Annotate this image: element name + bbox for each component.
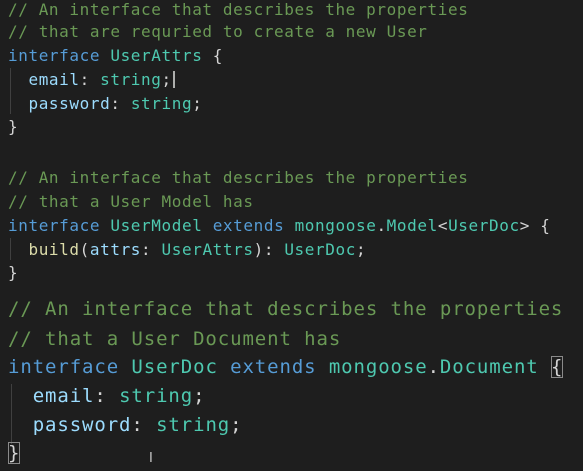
property-name: password <box>32 414 132 436</box>
code-line-close: } <box>8 442 21 464</box>
interface-name: UserDoc <box>131 356 218 378</box>
semicolon: ; <box>193 385 206 407</box>
return-type: UserDoc <box>284 240 356 259</box>
close-brace: } <box>8 442 21 464</box>
dot: . <box>427 356 440 378</box>
code-line-interface-declaration: interface UserModel extends mongoose.Mod… <box>8 216 550 235</box>
i-beam-icon: I <box>149 451 153 466</box>
code-line-method: build(attrs: UserAttrs): UserDoc; <box>8 240 366 259</box>
semicolon: ; <box>161 70 172 89</box>
dot: . <box>376 216 387 235</box>
semicolon: ; <box>230 414 243 436</box>
code-comment-line: // An interface that describes the prope… <box>8 0 469 19</box>
property-type: string <box>119 385 194 407</box>
text-caret <box>172 71 175 88</box>
property-type: string <box>100 70 162 89</box>
code-comment-line: // An interface that describes the prope… <box>8 298 564 320</box>
open-brace: { <box>540 216 551 235</box>
base-type: Model <box>386 216 438 235</box>
interface-name: UserAttrs <box>110 46 203 65</box>
code-line-interface-declaration: interface UserDoc extends mongoose.Docum… <box>8 356 564 378</box>
colon: : <box>110 94 121 113</box>
code-comment-line: // that are requried to create a new Use… <box>8 22 428 41</box>
colon: : <box>131 414 144 436</box>
code-line-property: email: string; <box>8 385 205 407</box>
keyword-interface: interface <box>8 356 120 378</box>
colon: : <box>141 240 152 259</box>
namespace-name: mongoose <box>294 216 377 235</box>
keyword-interface: interface <box>8 46 101 65</box>
generic-close: > <box>519 216 530 235</box>
keyword-extends: extends <box>230 356 317 378</box>
generic-type: UserDoc <box>448 216 520 235</box>
code-comment-line: // that a User Model has <box>8 192 254 211</box>
paren-close: ) <box>253 240 264 259</box>
close-brace: } <box>8 263 19 282</box>
code-line-property: password: string; <box>8 414 242 436</box>
property-name: email <box>32 385 95 407</box>
parameter-type: UserAttrs <box>161 240 254 259</box>
semicolon: ; <box>355 240 367 259</box>
code-line-property: password: string; <box>8 94 202 113</box>
paren-open: ( <box>79 240 90 259</box>
open-brace: { <box>212 46 223 65</box>
property-name: email <box>28 70 80 89</box>
property-type: string <box>130 94 193 113</box>
property-type: string <box>156 414 231 436</box>
namespace-name: mongoose <box>328 356 428 378</box>
property-name: password <box>28 94 111 113</box>
code-comment-line: // An interface that describes the prope… <box>8 168 469 187</box>
base-type: Document <box>439 356 539 378</box>
semicolon: ; <box>192 94 203 113</box>
parameter-name: attrs <box>89 240 142 259</box>
code-line-close: } <box>8 263 18 282</box>
code-comment-line: // that a User Document has <box>8 328 342 350</box>
code-editor[interactable]: // An interface that describes the prope… <box>0 0 583 471</box>
colon: : <box>263 240 275 259</box>
interface-name: UserModel <box>110 216 203 235</box>
keyword-interface: interface <box>8 216 101 235</box>
close-brace: } <box>8 117 19 136</box>
generic-open: < <box>437 216 449 235</box>
method-name: build <box>28 240 80 259</box>
open-brace: { <box>550 356 564 378</box>
code-line-close: } <box>8 117 18 136</box>
colon: : <box>94 385 107 407</box>
keyword-extends: extends <box>212 216 285 235</box>
code-line-property: email: string; <box>8 70 175 89</box>
code-line-interface-declaration: interface UserAttrs { <box>8 46 223 65</box>
colon: : <box>79 70 90 89</box>
